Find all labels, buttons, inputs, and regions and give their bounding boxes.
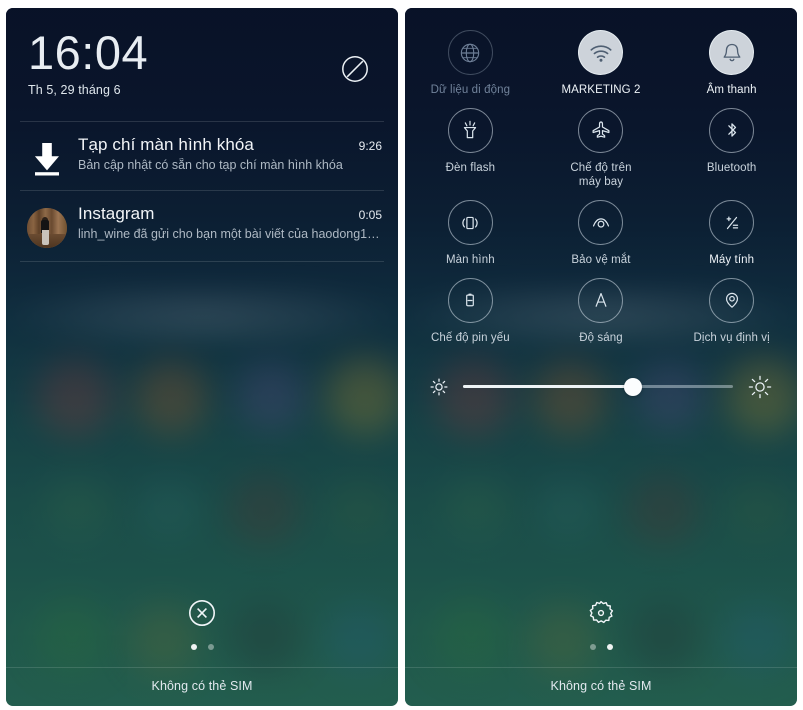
qs-label: Dữ liệu di động — [430, 84, 511, 96]
sim-status-right: Không có thẻ SIM — [550, 679, 652, 693]
qs-label: Chế độ pin yếu — [430, 331, 510, 344]
qs-label: Âm thanh — [706, 84, 757, 96]
notification-text: Bản cập nhật có sẵn cho tạp chí màn hình… — [78, 158, 343, 173]
notification-item-download[interactable]: Tạp chí màn hình khóa 9:26 Bản cập nhật … — [6, 122, 398, 190]
qs-label: Màn hình — [445, 254, 495, 267]
quicksettings-spacer — [405, 400, 797, 598]
sim-status-left: Không có thẻ SIM — [151, 679, 253, 693]
bluetooth-icon — [709, 107, 755, 153]
qs-toggle-sound[interactable]: Âm thanh — [666, 30, 797, 98]
qs-label: Dịch vụ định vị — [693, 331, 770, 344]
qs-toggle-airplane[interactable]: Chế độ trên máy bay — [536, 107, 667, 190]
slider-track-fill — [463, 385, 634, 388]
globe-icon — [447, 30, 493, 75]
qs-label: Bảo vệ mắt — [571, 254, 631, 267]
airplane-icon — [578, 107, 624, 153]
clear-all-icon[interactable] — [187, 598, 217, 628]
notification-title: Tạp chí màn hình khóa — [78, 135, 254, 155]
qs-label: MARKETING 2 — [561, 84, 641, 96]
location-pin-icon — [709, 277, 755, 323]
sun-low-icon — [429, 377, 449, 397]
eye-icon — [578, 200, 624, 246]
qs-label: Bluetooth — [706, 161, 757, 174]
page-dot — [589, 644, 596, 650]
bell-icon — [709, 30, 755, 75]
do-not-disturb-icon[interactable] — [340, 54, 370, 84]
notification-list: Tạp chí màn hình khóa 9:26 Bản cập nhật … — [6, 121, 398, 263]
lockscreen-panel: 16:04 Th 5, 29 tháng 6 Tạp chí màn hình … — [6, 8, 398, 706]
qs-label: Độ sáng — [579, 331, 623, 344]
page-dot — [190, 644, 197, 650]
notification-text: linh_wine đã gửi cho bạn một bài viết củ… — [78, 227, 382, 242]
qs-toggle-location[interactable]: Dịch vụ định vị — [666, 277, 797, 346]
qs-toggle-eye-protection[interactable]: Bảo vệ mắt — [536, 200, 667, 268]
notification-icon-wrap — [20, 204, 74, 249]
qs-toggle-screen[interactable]: Màn hình — [405, 200, 536, 268]
wifi-icon — [578, 30, 624, 75]
page-indicator-right[interactable] — [589, 644, 613, 650]
page-indicator-left[interactable] — [190, 644, 214, 650]
flashlight-icon — [447, 107, 493, 153]
sun-high-icon — [747, 374, 773, 400]
brightness-slider[interactable] — [463, 377, 733, 397]
qs-label: Chế độ trên máy bay — [570, 161, 632, 189]
calculator-icon — [709, 200, 755, 246]
lockscreen-clock-time: 16:04 — [28, 26, 149, 79]
download-icon — [28, 139, 66, 177]
screenshot-stage: 16:04 Th 5, 29 tháng 6 Tạp chí màn hình … — [0, 0, 803, 710]
notification-item-instagram[interactable]: Instagram 0:05 linh_wine đã gửi cho bạn … — [6, 191, 398, 261]
notification-title: Instagram — [78, 204, 155, 224]
auto-brightness-icon — [578, 277, 624, 323]
rotate-icon — [447, 200, 493, 246]
settings-gear-icon[interactable] — [586, 598, 616, 628]
lockscreen-bottom-area: Không có thẻ SIM — [6, 598, 398, 706]
clock-area: 16:04 Th 5, 29 tháng 6 — [6, 8, 398, 113]
lockscreen-clock-date: Th 5, 29 tháng 6 — [28, 83, 121, 98]
battery-icon — [447, 277, 493, 323]
notification-time: 9:26 — [358, 139, 382, 154]
page-dot — [606, 644, 613, 650]
quicksettings-bottom-area: Không có thẻ SIM — [405, 598, 797, 706]
slider-thumb[interactable] — [624, 377, 643, 396]
qs-toggle-flashlight[interactable]: Đèn flash — [405, 107, 536, 190]
notification-icon-wrap — [20, 135, 74, 177]
lockscreen-spacer — [6, 262, 398, 598]
qs-label: Máy tính — [709, 254, 755, 267]
page-dot — [207, 644, 214, 650]
brightness-slider-row[interactable] — [405, 374, 797, 400]
qs-toggle-battery-saver[interactable]: Chế độ pin yếu — [405, 277, 536, 346]
qs-toggle-calculator[interactable]: Máy tính — [666, 200, 797, 268]
qs-toggle-mobile-data[interactable]: Dữ liệu di động — [405, 30, 536, 98]
qs-toggle-brightness[interactable]: Độ sáng — [536, 277, 667, 346]
quicksettings-panel: Dữ liệu di động MARKETING 2 Âm thanh Đèn… — [405, 8, 797, 706]
qs-toggle-wifi[interactable]: MARKETING 2 — [536, 30, 667, 98]
qs-toggle-bluetooth[interactable]: Bluetooth — [666, 107, 797, 190]
qs-label: Đèn flash — [445, 161, 496, 174]
quick-settings-grid: Dữ liệu di động MARKETING 2 Âm thanh Đèn… — [405, 30, 797, 346]
notification-time: 0:05 — [358, 208, 382, 223]
instagram-avatar — [27, 208, 67, 249]
